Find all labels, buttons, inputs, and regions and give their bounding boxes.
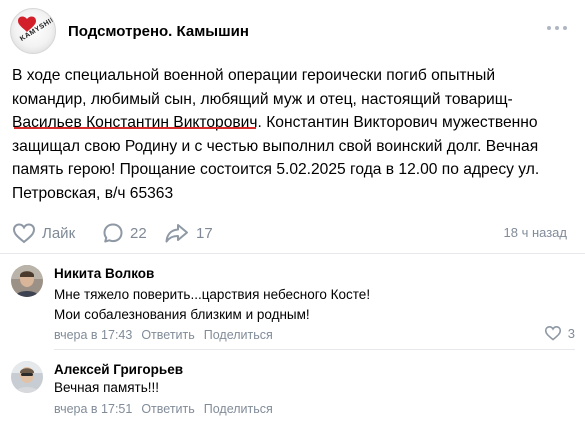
- more-options-icon[interactable]: [547, 18, 569, 38]
- share-button[interactable]: 17: [164, 219, 213, 247]
- post-timestamp[interactable]: 18 ч назад: [504, 225, 568, 240]
- like-label: Лайк: [42, 224, 76, 242]
- group-avatar[interactable]: KAMYSHIN: [10, 8, 56, 54]
- user-photo-icon: [11, 265, 43, 297]
- post-text-segment: . Константин Викторович мужественно: [257, 114, 538, 131]
- group-name[interactable]: Подсмотрено. Камышин: [68, 23, 249, 40]
- share-comment-button[interactable]: Поделиться: [204, 328, 273, 342]
- divider: [0, 253, 585, 254]
- comments-button[interactable]: 22: [102, 219, 147, 247]
- post-text-line: Васильев Константин Викторович. Констант…: [12, 111, 574, 135]
- comment-time[interactable]: вчера в 17:43: [54, 328, 132, 342]
- post-header: KAMYSHIN Подсмотрено. Камышин: [10, 8, 575, 56]
- post-text-line: В ходе специальной военной операции геро…: [12, 67, 496, 84]
- like-button[interactable]: Лайк: [12, 219, 75, 247]
- post-text-line: защищал свою Родину и с честью выполнил …: [12, 137, 539, 155]
- comment-author[interactable]: Алексей Григорьев: [54, 362, 183, 377]
- comment-author[interactable]: Никита Волков: [54, 266, 154, 281]
- share-comment-button[interactable]: Поделиться: [204, 402, 273, 416]
- post-text-line: память герою! Прощание состоится 5.02.20…: [12, 161, 540, 178]
- post-text-line: Петровская, в/ч 65363: [12, 184, 174, 202]
- comments-count: 22: [130, 224, 147, 242]
- comment-icon: [103, 223, 123, 243]
- post-text: В ходе специальной военной операции геро…: [12, 64, 574, 205]
- comment-time[interactable]: вчера в 17:51: [54, 402, 132, 416]
- user-photo-icon: [11, 361, 43, 393]
- shares-count: 17: [196, 224, 213, 242]
- comment-text: Мои собалезнования близким и родным!: [54, 307, 310, 322]
- heart-icon: [544, 326, 561, 341]
- divider: [54, 349, 575, 350]
- comment-meta: вчера в 17:43 Ответить Поделиться: [54, 328, 273, 342]
- share-arrow-icon: [165, 224, 188, 243]
- comment-text: Мне тяжело поверить...царствия небесного…: [54, 287, 371, 302]
- reply-button[interactable]: Ответить: [141, 402, 194, 416]
- comment-like-count: 3: [567, 325, 575, 341]
- post-text-line: командир, любимый сын, любящий муж и оте…: [12, 90, 513, 108]
- avatar[interactable]: [11, 361, 43, 393]
- comment-meta: вчера в 17:51 Ответить Поделиться: [54, 402, 273, 416]
- heart-icon: [12, 223, 36, 244]
- post-actions: Лайк 22 17 18 ч назад: [12, 219, 575, 247]
- comment-text: Вечная память!!!: [54, 380, 160, 395]
- red-underline-annotation: [14, 127, 256, 129]
- reply-button[interactable]: Ответить: [141, 328, 194, 342]
- avatar[interactable]: [11, 265, 43, 297]
- comment-like-button[interactable]: 3: [544, 325, 575, 341]
